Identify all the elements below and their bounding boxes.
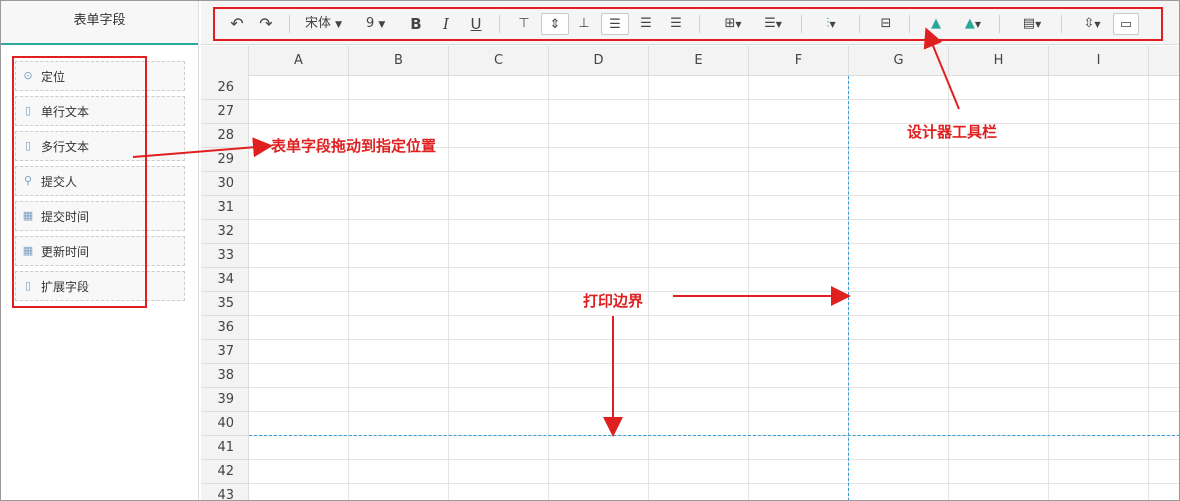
annotation-drag-hint: 表单字段拖动到指定位置 — [271, 137, 437, 155]
arrow-toolbar — [923, 27, 960, 110]
annotation-arrows — [132, 27, 960, 437]
arrow-drag — [132, 137, 273, 158]
designer-window: 表单字段 ⊙ 定位 ▯ 单行文本 ▯ 多行文本 ⚲ 提交人 ▦ 提交时间 ▦ 更… — [0, 0, 1180, 501]
annotation-print-border: 打印边界 — [583, 292, 644, 310]
annotation-toolbar-hint: 设计器工具栏 — [907, 123, 998, 141]
